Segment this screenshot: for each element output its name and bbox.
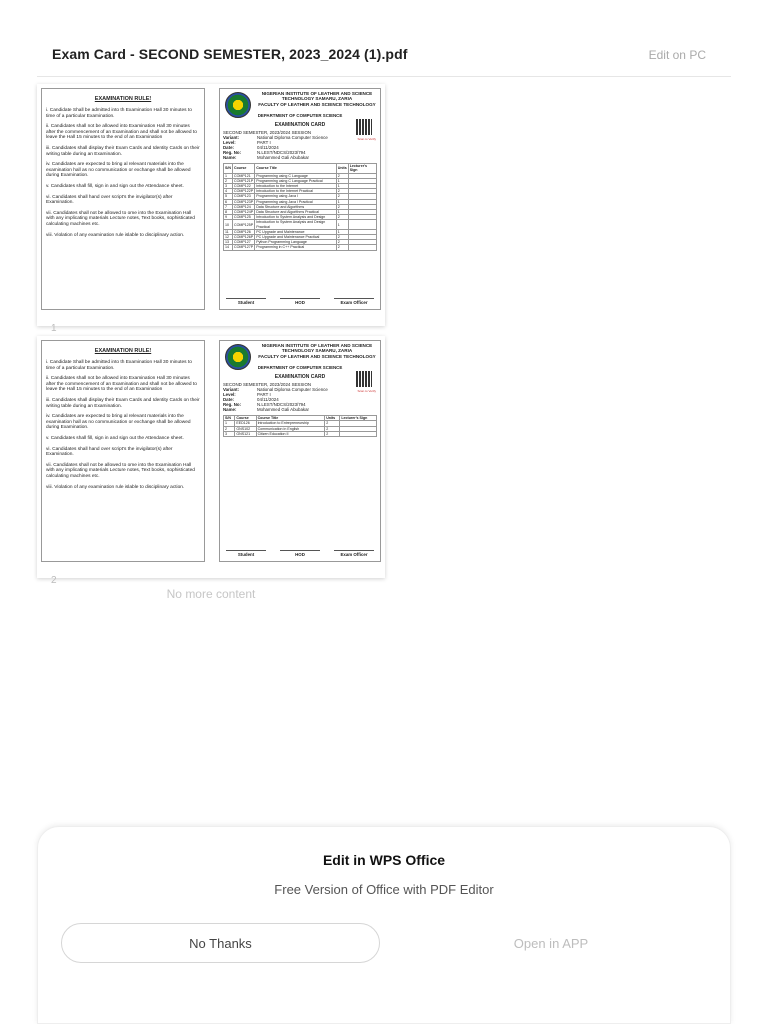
page-number: 1 bbox=[51, 323, 57, 334]
table-cell: 2 bbox=[324, 430, 341, 438]
wps-promo-sheet: Edit in WPS Office Free Version of Offic… bbox=[37, 826, 731, 1024]
signature-row: Student HOD Exam Officer bbox=[226, 298, 374, 305]
qr-code bbox=[356, 371, 372, 387]
qr-code bbox=[356, 119, 372, 135]
table-header: Course Title bbox=[254, 163, 337, 174]
institution-name: NIGERIAN INSTITUTE OF LEATHER AND SCIENC… bbox=[261, 343, 373, 354]
info-value: Mohammed Gali Abubakar bbox=[257, 155, 309, 161]
rule-item: iii. Candidates shall display their Exam… bbox=[46, 145, 200, 157]
table-cell: Introduction to System Analysis and Desi… bbox=[254, 219, 337, 230]
info-row: Name: Mohammed Gali Abubakar bbox=[223, 407, 377, 412]
table-cell: Citizen Education II bbox=[255, 430, 326, 438]
examination-card-panel: NIGERIAN INSTITUTE OF LEATHER AND SCIENC… bbox=[219, 340, 381, 562]
rules-title: EXAMINATION RULE! bbox=[94, 96, 152, 102]
table-cell: COMP123P bbox=[231, 198, 256, 205]
examination-card-panel: NIGERIAN INSTITUTE OF LEATHER AND SCIENC… bbox=[219, 88, 381, 310]
table-cell: Introduction to System Analysis and Desi… bbox=[254, 214, 337, 221]
table-header: Course bbox=[231, 163, 256, 174]
info-row: Name: Mohammed Gali Abubakar bbox=[223, 155, 377, 160]
faculty-name: FACULTY OF LEATHER AND SCIENCE TECHNOLOG… bbox=[258, 101, 376, 107]
info-key: Name: bbox=[223, 407, 237, 413]
institution-name: NIGERIAN INSTITUTE OF LEATHER AND SCIENC… bbox=[261, 91, 373, 102]
institution-logo bbox=[225, 344, 251, 370]
card-title: EXAMINATION CARD bbox=[274, 122, 326, 129]
rule-item: vii. Candidates shall not be allowed to … bbox=[46, 210, 195, 227]
rule-item: ii. Candidates shall not be allowed into… bbox=[46, 376, 197, 393]
no-more-content-label: No more content bbox=[166, 587, 256, 601]
table-cell: 14 bbox=[223, 244, 233, 251]
rule-item: viii. Violation of any examination rule … bbox=[46, 232, 185, 238]
pdf-page-1[interactable]: EXAMINATION RULE! i. Candidate Shall be a… bbox=[37, 84, 385, 334]
table-cell bbox=[347, 244, 378, 251]
page-number: 2 bbox=[51, 575, 57, 586]
courses-table: S/N Course Course Title Units Lecturer's Sig… bbox=[223, 163, 378, 251]
signature-label: Student bbox=[226, 298, 266, 305]
sheet-title: Edit in WPS Office bbox=[322, 852, 446, 868]
table-header: Lecturer's Sign bbox=[347, 163, 378, 174]
table-cell: COMP121P bbox=[231, 177, 256, 185]
info-key: Name: bbox=[223, 155, 237, 161]
table-cell: COMP126P bbox=[231, 234, 256, 241]
rule-item: v. Candidates shall fill, sign in and si… bbox=[46, 183, 184, 189]
table-cell: 10 bbox=[223, 219, 233, 230]
table-cell: 3 bbox=[222, 430, 236, 438]
table-cell: COMP124P bbox=[231, 209, 256, 216]
table-cell: 1 bbox=[335, 219, 349, 230]
table-cell: Programming in C++ Practical bbox=[254, 244, 337, 251]
signature-label: Student bbox=[226, 550, 266, 557]
no-thanks-button[interactable]: No Thanks bbox=[61, 923, 380, 963]
qr-caption: Scan to Verify bbox=[357, 389, 376, 393]
rule-item: i. Candidate Shall be admitted into th E… bbox=[46, 360, 192, 371]
signature-label: Exam Officer bbox=[334, 550, 374, 557]
sheet-subtitle: Free Version of Office with PDF Editor bbox=[274, 882, 494, 897]
rule-item: vi. Candidates shall hand over script's … bbox=[46, 446, 173, 458]
pdf-page-2[interactable]: EXAMINATION RULE! i. Candidate Shall be a… bbox=[37, 336, 385, 586]
divider bbox=[37, 76, 731, 77]
signature-label: HOD bbox=[280, 550, 320, 557]
rules-title: EXAMINATION RULE! bbox=[94, 348, 152, 354]
rule-item: iv. Candidates are expected to bring al … bbox=[46, 162, 191, 179]
rule-item: iii. Candidates shall display their Exam… bbox=[46, 397, 200, 409]
top-bar: Exam Card - SECOND SEMESTER, 2023_2024 (… bbox=[0, 0, 768, 76]
table-cell: COMP125P bbox=[231, 219, 256, 230]
signature-row: Student HOD Exam Officer bbox=[226, 550, 374, 557]
table-header: Units bbox=[335, 163, 349, 174]
table-header: S/N bbox=[223, 163, 233, 174]
institution-logo bbox=[225, 92, 251, 118]
table-cell: 2 bbox=[335, 244, 349, 251]
signature-label: HOD bbox=[280, 298, 320, 305]
table-cell: GNS121 bbox=[234, 430, 257, 438]
rule-item: viii. Violation of any examination rule … bbox=[46, 484, 185, 490]
rule-item: i. Candidate Shall be admitted into th E… bbox=[46, 108, 192, 119]
table-cell: COMP122P bbox=[231, 188, 256, 195]
card-title: EXAMINATION CARD bbox=[274, 374, 326, 381]
edit-on-pc-link[interactable]: Edit on PC bbox=[649, 48, 706, 62]
faculty-name: FACULTY OF LEATHER AND SCIENCE TECHNOLOG… bbox=[258, 353, 376, 359]
document-title: Exam Card - SECOND SEMESTER, 2023_2024 (… bbox=[52, 46, 408, 62]
table-row: 10 COMP125P Introduction to System Analysi… bbox=[223, 219, 378, 230]
examination-rules-panel: EXAMINATION RULE! i. Candidate Shall be a… bbox=[41, 88, 205, 310]
info-value: Mohammed Gali Abubakar bbox=[257, 407, 309, 413]
table-cell: COMP127P bbox=[231, 244, 256, 251]
rule-item: iv. Candidates are expected to bring al … bbox=[46, 414, 191, 431]
rule-item: vi. Candidates shall hand over script's … bbox=[46, 194, 173, 206]
rule-item: ii. Candidates shall not be allowed into… bbox=[46, 124, 197, 141]
rule-item: v. Candidates shall fill, sign in and si… bbox=[46, 435, 184, 441]
table-row: 14 COMP127P Programming in C++ Practical 2 bbox=[223, 244, 378, 251]
examination-rules-panel: EXAMINATION RULE! i. Candidate Shall be a… bbox=[41, 340, 205, 562]
table-row: 3 GNS121 Citizen Education II 2 bbox=[222, 430, 377, 438]
qr-caption: Scan to Verify bbox=[357, 137, 376, 141]
courses-table: S/N Course Course Title Units Lecturer's Sig… bbox=[222, 415, 377, 438]
table-cell bbox=[339, 430, 377, 438]
table-cell bbox=[347, 219, 378, 230]
signature-label: Exam Officer bbox=[334, 298, 374, 305]
open-in-app-button[interactable]: Open in APP bbox=[478, 923, 624, 963]
rule-item: vii. Candidates shall not be allowed to … bbox=[46, 462, 195, 479]
